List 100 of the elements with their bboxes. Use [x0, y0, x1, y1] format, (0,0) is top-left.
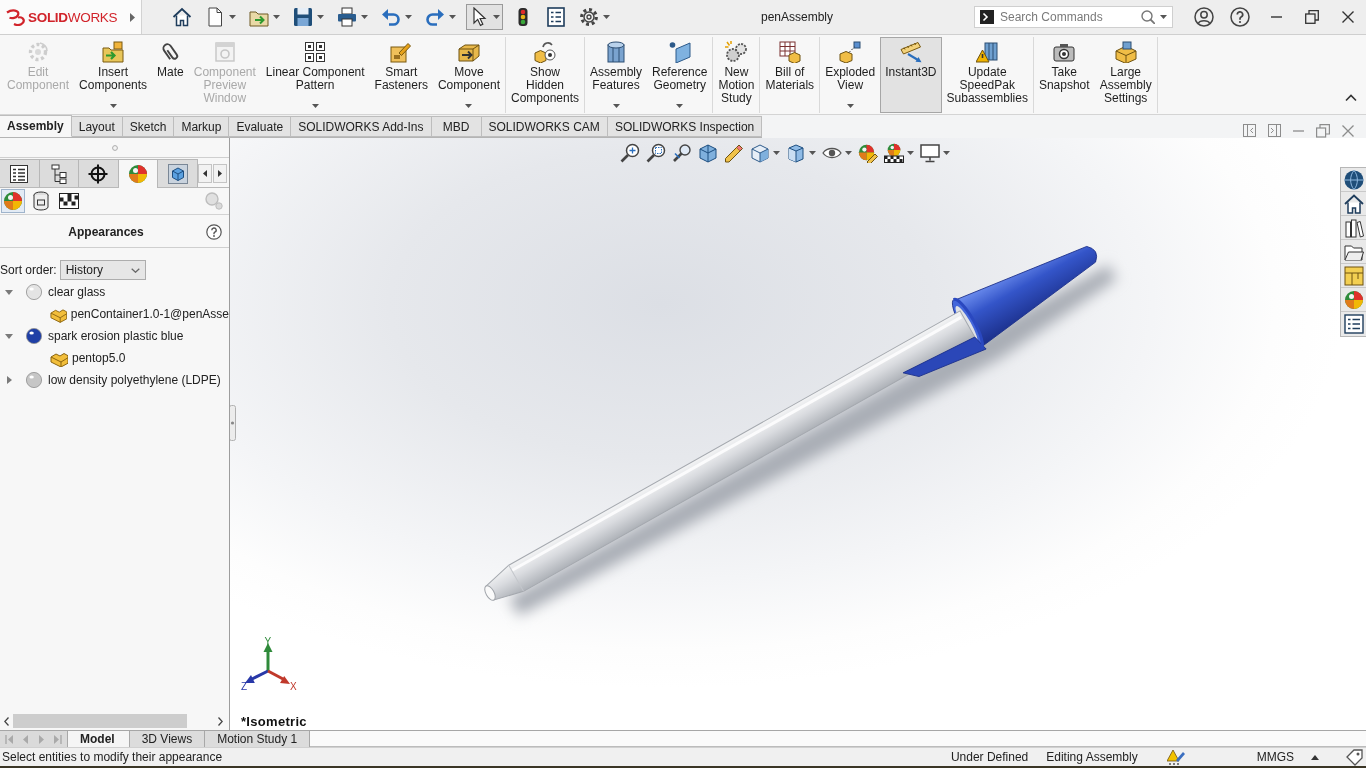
- material-name[interactable]: clear glass: [48, 285, 106, 299]
- ribbon-button[interactable]: Update SpeedPak Subassemblies: [941, 37, 1033, 113]
- panel-collapse-handle[interactable]: [230, 405, 236, 441]
- panel-tab[interactable]: [0, 159, 40, 187]
- scroll-left-icon[interactable]: [4, 716, 9, 726]
- split-right-icon[interactable]: [1268, 124, 1281, 137]
- chevron-up-icon[interactable]: [1345, 94, 1357, 102]
- cylinder-icon[interactable]: [31, 191, 51, 211]
- tree-list-icon: [9, 163, 30, 184]
- ribbon-button[interactable]: Mate: [152, 37, 189, 113]
- ribbon-button[interactable]: Move Component: [432, 37, 505, 113]
- command-tab[interactable]: SOLIDWORKS Add-Ins: [291, 116, 432, 137]
- search-field[interactable]: Search Commands: [974, 6, 1173, 28]
- bottom-tab[interactable]: Motion Study 1: [205, 731, 311, 747]
- document-icon: [205, 7, 225, 27]
- view-toolbar-button[interactable]: [919, 142, 951, 164]
- camera-icon: [1053, 41, 1076, 63]
- ribbon-button[interactable]: Large Assembly Settings: [1094, 37, 1157, 113]
- redo-arrow-icon: [425, 7, 445, 27]
- property-tree-icon: [48, 163, 69, 184]
- status-message: Select entities to modify their appearance: [2, 750, 223, 764]
- panels-icon[interactable]: [1343, 265, 1364, 286]
- command-tab[interactable]: Markup: [174, 116, 230, 137]
- minimize-icon[interactable]: [1270, 16, 1282, 18]
- close-icon[interactable]: [1342, 11, 1354, 23]
- caret-icon: [109, 104, 117, 108]
- material-name[interactable]: low density polyethylene (LDPE): [48, 373, 221, 387]
- split-left-icon[interactable]: [1243, 124, 1256, 137]
- bottom-tab[interactable]: 3D Views: [129, 731, 206, 747]
- command-tab[interactable]: MBD: [431, 116, 482, 137]
- sort-order-label: Sort order:: [0, 263, 57, 277]
- books-icon[interactable]: [1343, 217, 1364, 238]
- caret-left-icon[interactable]: [203, 170, 207, 177]
- square-grid-icon: [304, 41, 327, 63]
- restore-icon[interactable]: [1305, 10, 1319, 24]
- component-name[interactable]: pentop5.0: [72, 351, 126, 365]
- caret-icon: [846, 104, 854, 108]
- home-icon[interactable]: [1343, 193, 1364, 214]
- command-tab[interactable]: SOLIDWORKS Inspection: [607, 116, 763, 137]
- scrollbar-thumb[interactable]: [13, 714, 187, 728]
- command-tab[interactable]: Layout: [71, 116, 123, 137]
- list-icon: [546, 7, 566, 27]
- drag-handle-icon[interactable]: [111, 144, 118, 151]
- caret-up-icon[interactable]: [1311, 754, 1319, 760]
- view-toolbar-button[interactable]: [785, 142, 817, 164]
- ribbon-button[interactable]: Assembly Features: [585, 37, 648, 113]
- list-icon[interactable]: [1343, 314, 1364, 334]
- help-icon[interactable]: [206, 224, 222, 240]
- ribbon-button[interactable]: Linear Component Pattern: [260, 37, 370, 113]
- expander-icon[interactable]: [7, 376, 12, 384]
- command-tab[interactable]: Evaluate: [229, 116, 292, 137]
- panel-tab[interactable]: [79, 159, 119, 187]
- shaded-cube-icon: [786, 143, 806, 163]
- view-toolbar-button[interactable]: [883, 142, 915, 164]
- ribbon-button[interactable]: Exploded View: [820, 37, 881, 113]
- view-toolbar-button[interactable]: [723, 142, 745, 164]
- ribbon-button[interactable]: Bill of Materials: [760, 37, 820, 113]
- checker-icon[interactable]: [59, 191, 79, 211]
- caret-icon: [229, 15, 236, 19]
- command-tab[interactable]: Sketch: [122, 116, 175, 137]
- ribbon-button[interactable]: Instant3D: [880, 37, 942, 113]
- table-block-icon: [778, 41, 801, 63]
- units-text[interactable]: MMGS: [1256, 750, 1294, 764]
- caret-right-icon[interactable]: [130, 12, 135, 22]
- ribbon-button[interactable]: Insert Components: [74, 37, 153, 113]
- caret-right-icon[interactable]: [218, 170, 222, 177]
- panel-tab[interactable]: [39, 159, 80, 187]
- color-ball-icon[interactable]: [1, 189, 25, 213]
- color-ball-icon[interactable]: [1343, 289, 1364, 310]
- caret-icon: [773, 151, 780, 155]
- component-name[interactable]: penContainer1.0-1@penAsse: [70, 307, 229, 321]
- command-tab[interactable]: Assembly: [0, 115, 72, 137]
- view-toolbar-button[interactable]: [857, 142, 879, 164]
- block-arrow-icon: [457, 41, 480, 63]
- expander-icon[interactable]: [5, 289, 13, 295]
- toolbar-button[interactable]: [466, 4, 503, 30]
- view-toolbar-button[interactable]: [645, 142, 667, 164]
- logo-icon: [6, 8, 25, 26]
- ribbon-button[interactable]: Smart Fasteners: [369, 37, 433, 113]
- sort-order-dropdown[interactable]: History: [59, 260, 146, 280]
- caret-icon[interactable]: [1160, 15, 1167, 19]
- view-toolbar-button[interactable]: [619, 142, 641, 164]
- gear-icon: [27, 41, 49, 63]
- material-name[interactable]: spark erosion plastic blue: [48, 329, 184, 343]
- ribbon-button[interactable]: Reference Geometry: [647, 37, 713, 113]
- user-icon[interactable]: [1194, 7, 1214, 27]
- ribbon-button[interactable]: Show Hidden Components: [505, 37, 584, 113]
- search-icon[interactable]: [1141, 10, 1155, 24]
- globe-icon[interactable]: [1343, 169, 1364, 190]
- expander-icon[interactable]: [5, 333, 13, 339]
- help-icon[interactable]: [1230, 7, 1250, 27]
- command-tab[interactable]: SOLIDWORKS CAM: [481, 116, 608, 137]
- caret-icon: [676, 104, 684, 108]
- tag-icon[interactable]: [1346, 748, 1363, 766]
- warning-pencil-icon[interactable]: [1166, 749, 1185, 765]
- view-toolbar-button[interactable]: [671, 142, 693, 164]
- scroll-right-icon[interactable]: [218, 716, 223, 726]
- bolt-icon: [390, 41, 413, 63]
- ribbon-button[interactable]: New Motion Study: [713, 37, 760, 113]
- ribbon-button[interactable]: Take Snapshot: [1033, 37, 1095, 113]
